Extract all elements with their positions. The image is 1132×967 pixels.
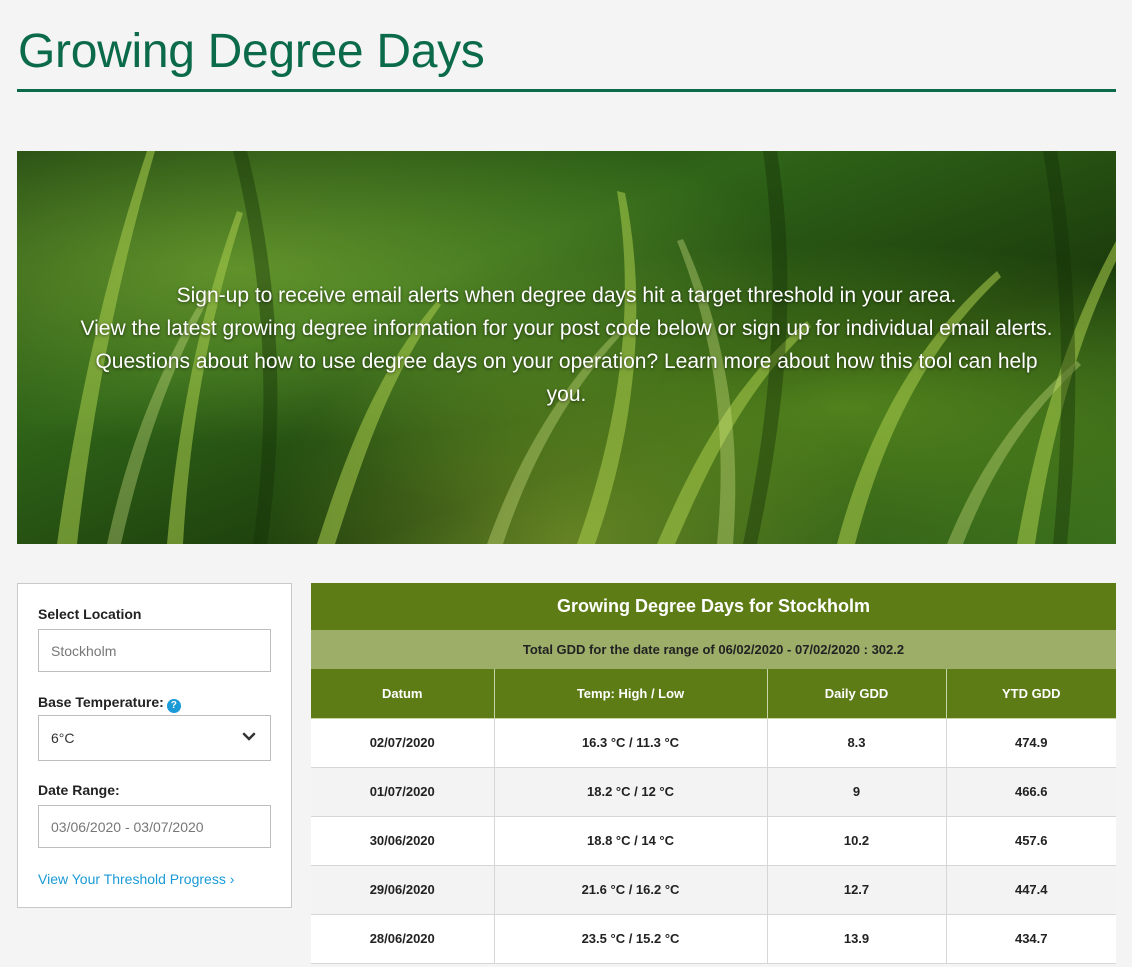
cell-date: 28/06/2020 [311,914,495,964]
cell-temp: 18.2 °C / 12 °C [494,767,768,817]
filter-panel: Select Location Base Temperature:? 6°C D… [17,583,292,908]
cell-date: 29/06/2020 [311,865,495,915]
table-row: 01/07/2020 18.2 °C / 12 °C 9 466.6 [311,767,1116,817]
cell-temp: 18.8 °C / 14 °C [494,816,768,866]
table-row: 28/06/2020 23.5 °C / 15.2 °C 13.9 434.7 [311,914,1116,964]
table-header-row: Datum Temp: High / Low Daily GDD YTD GDD [311,669,1116,719]
column-header-temp: Temp: High / Low [494,669,768,719]
date-range-label: Date Range: [38,782,120,798]
table-row: 30/06/2020 18.8 °C / 14 °C 10.2 457.6 [311,816,1116,866]
location-input[interactable] [38,629,271,672]
page-title: Growing Degree Days [18,25,485,78]
cell-daily-gdd: 8.3 [767,718,947,768]
cell-daily-gdd: 10.2 [767,816,947,866]
cell-temp: 16.3 °C / 11.3 °C [494,718,768,768]
help-icon[interactable]: ? [166,699,181,713]
title-divider [17,89,1116,92]
view-threshold-progress-link[interactable]: View Your Threshold Progress › [38,871,234,887]
hero-banner: Sign-up to receive email alerts when deg… [17,151,1116,544]
cell-ytd-gdd: 457.6 [946,816,1116,866]
location-label: Select Location [38,606,142,622]
hero-signup-text: Sign-up to receive email alerts when deg… [176,284,957,307]
base-temperature-label-text: Base Temperature: [38,694,164,710]
column-header-date: Datum [311,669,495,719]
table-row: 02/07/2020 16.3 °C / 11.3 °C 8.3 474.9 [311,718,1116,768]
hero-text: Sign-up to receive email alerts when deg… [77,279,1056,411]
cell-daily-gdd: 12.7 [767,865,947,915]
cell-daily-gdd: 9 [767,767,947,817]
base-temperature-value: 6°C [51,730,75,746]
cell-date: 02/07/2020 [311,718,495,768]
gdd-table-title: Growing Degree Days for Stockholm [311,583,1116,630]
base-temperature-label: Base Temperature:? [38,694,181,713]
hero-info-text: View the latest growing degree informati… [80,317,1053,406]
gdd-table: Datum Temp: High / Low Daily GDD YTD GDD… [311,669,1116,964]
cell-ytd-gdd: 447.4 [946,865,1116,915]
cell-temp: 23.5 °C / 15.2 °C [494,914,768,964]
gdd-results-panel: Growing Degree Days for Stockholm Total … [311,583,1116,967]
column-header-ytd-gdd: YTD GDD [946,669,1116,719]
base-temperature-select[interactable]: 6°C [38,715,271,761]
cell-temp: 21.6 °C / 16.2 °C [494,865,768,915]
cell-ytd-gdd: 474.9 [946,718,1116,768]
date-range-input[interactable] [38,805,271,848]
gdd-total-summary: Total GDD for the date range of 06/02/20… [311,630,1116,669]
cell-date: 30/06/2020 [311,816,495,866]
cell-ytd-gdd: 466.6 [946,767,1116,817]
table-row: 29/06/2020 21.6 °C / 16.2 °C 12.7 447.4 [311,865,1116,915]
cell-date: 01/07/2020 [311,767,495,817]
column-header-daily-gdd: Daily GDD [767,669,947,719]
cell-ytd-gdd: 434.7 [946,914,1116,964]
chevron-down-icon [242,732,256,741]
cell-daily-gdd: 13.9 [767,914,947,964]
